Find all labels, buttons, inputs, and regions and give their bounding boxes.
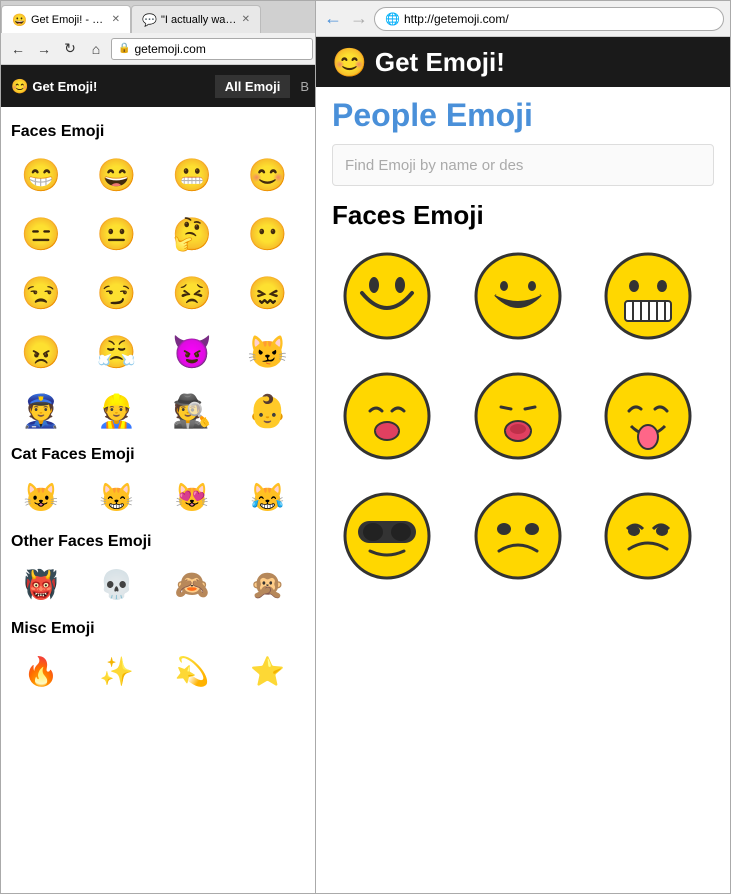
list-item[interactable]: ⭐ — [238, 644, 298, 699]
back-button[interactable]: ← — [7, 38, 29, 60]
list-item[interactable]: 👹 — [11, 557, 71, 612]
list-item[interactable] — [463, 481, 573, 591]
list-item[interactable]: 😣 — [162, 265, 222, 320]
list-item[interactable]: 😻 — [162, 470, 222, 525]
right-address-text: http://getemoji.com/ — [404, 12, 509, 26]
list-item[interactable] — [593, 241, 703, 351]
list-item[interactable]: 😼 — [238, 324, 298, 379]
right-address-bar[interactable]: 🌐 http://getemoji.com/ — [374, 7, 724, 31]
list-item[interactable] — [332, 361, 442, 471]
list-item[interactable]: 👮 — [11, 383, 71, 438]
left-logo-text: Get Emoji! — [32, 79, 97, 94]
tab-actually[interactable]: 💬 "I actually was... ✕ — [131, 5, 261, 33]
list-item[interactable]: 😑 — [11, 206, 71, 261]
list-item[interactable]: 😈 — [162, 324, 222, 379]
list-item[interactable]: 😖 — [238, 265, 298, 320]
list-item[interactable]: 😹 — [238, 470, 298, 525]
misc-section-title: Misc Emoji — [11, 620, 309, 638]
left-site-logo: 😊 Get Emoji! — [11, 78, 97, 95]
tab-label-2: "I actually was... — [161, 14, 238, 26]
list-item[interactable] — [593, 481, 703, 591]
right-brand: 😊 Get Emoji! — [332, 46, 505, 79]
list-item[interactable] — [463, 241, 573, 351]
cat-emoji-grid: 😺 😸 😻 😹 — [11, 470, 309, 525]
tab-label-1: Get Emoji! - ✂ Copy a... — [31, 13, 108, 26]
search-placeholder: Find Emoji by name or des — [345, 157, 523, 174]
misc-emoji-grid: 🔥 ✨ 💫 ⭐ — [11, 644, 309, 699]
faces-emoji-grid: 😁 😄 😬 😊 😑 😐 🤔 😶 😒 😏 😣 😖 😠 😤 😈 😼 👮 👷 🕵 👶 — [11, 147, 309, 438]
list-item[interactable]: 😤 — [87, 324, 147, 379]
list-item[interactable]: 🔥 — [11, 644, 71, 699]
list-item[interactable]: 💫 — [162, 644, 222, 699]
list-item[interactable]: 👷 — [87, 383, 147, 438]
tab-get-emoji[interactable]: 😀 Get Emoji! - ✂ Copy a... ✕ — [1, 5, 131, 33]
list-item[interactable]: 😁 — [11, 147, 71, 202]
left-content: Faces Emoji 😁 😄 😬 😊 😑 😐 🤔 😶 😒 😏 😣 😖 😠 😤 … — [1, 107, 319, 715]
tab-close-1[interactable]: ✕ — [112, 14, 120, 25]
list-item[interactable]: 😶 — [238, 206, 298, 261]
list-item[interactable] — [332, 481, 442, 591]
right-forward-button[interactable]: → — [348, 8, 370, 30]
list-item[interactable]: 👶 — [238, 383, 298, 438]
forward-button[interactable]: → — [33, 38, 55, 60]
home-button[interactable]: ⌂ — [85, 38, 107, 60]
list-item[interactable] — [463, 361, 573, 471]
right-brand-emoji: 😊 — [332, 46, 367, 79]
b-nav[interactable]: B — [300, 79, 309, 94]
list-item[interactable]: 😐 — [87, 206, 147, 261]
right-nav-bar: ← → 🌐 http://getemoji.com/ — [316, 1, 730, 37]
list-item[interactable]: 😠 — [11, 324, 71, 379]
list-item[interactable]: 🕵 — [162, 383, 222, 438]
list-item[interactable]: 😸 — [87, 470, 147, 525]
faces-emoji-title: Faces Emoji — [332, 200, 714, 231]
address-lock-icon: 🔒 — [118, 43, 130, 54]
right-emoji-grid — [332, 241, 714, 591]
list-item[interactable]: 🙊 — [238, 557, 298, 612]
faces-section-title: Faces Emoji — [11, 123, 309, 141]
list-item[interactable]: 😊 — [238, 147, 298, 202]
list-item[interactable]: 💀 — [87, 557, 147, 612]
list-item[interactable]: 😄 — [87, 147, 147, 202]
list-item[interactable]: 😬 — [162, 147, 222, 202]
list-item[interactable]: 🙈 — [162, 557, 222, 612]
right-brand-text: Get Emoji! — [375, 47, 505, 78]
list-item[interactable]: 😒 — [11, 265, 71, 320]
list-item[interactable]: 😏 — [87, 265, 147, 320]
right-site-navbar: 😊 Get Emoji! — [316, 37, 730, 87]
tab-favicon-1: 😀 — [12, 13, 27, 27]
right-back-button[interactable]: ← — [322, 8, 344, 30]
address-bar-left[interactable]: 🔒 getemoji.com — [111, 38, 313, 60]
list-item[interactable]: ✨ — [87, 644, 147, 699]
people-emoji-title: People Emoji — [332, 97, 714, 134]
emoji-search-box[interactable]: Find Emoji by name or des — [332, 144, 714, 186]
list-item[interactable] — [593, 361, 703, 471]
left-site-navbar: 😊 Get Emoji! All Emoji B — [1, 65, 319, 107]
reload-button[interactable]: ↻ — [59, 38, 81, 60]
left-tabs: 😀 Get Emoji! - ✂ Copy a... ✕ 💬 "I actual… — [1, 1, 319, 33]
cat-section-title: Cat Faces Emoji — [11, 446, 309, 464]
left-nav-bar: ← → ↻ ⌂ 🔒 getemoji.com — [1, 33, 319, 65]
other-emoji-grid: 👹 💀 🙈 🙊 — [11, 557, 309, 612]
address-text: getemoji.com — [134, 42, 205, 56]
list-item[interactable]: 🤔 — [162, 206, 222, 261]
other-faces-section-title: Other Faces Emoji — [11, 533, 309, 551]
right-favicon: 🌐 — [385, 12, 400, 26]
left-browser-window: 😀 Get Emoji! - ✂ Copy a... ✕ 💬 "I actual… — [0, 0, 320, 894]
tab-close-2[interactable]: ✕ — [242, 14, 250, 25]
all-emoji-nav[interactable]: All Emoji — [215, 75, 291, 98]
tab-favicon-2: 💬 — [142, 13, 157, 27]
right-content: People Emoji Find Emoji by name or des F… — [316, 87, 730, 601]
right-browser-window: ← → 🌐 http://getemoji.com/ 😊 Get Emoji! … — [315, 0, 731, 894]
list-item[interactable]: 😺 — [11, 470, 71, 525]
list-item[interactable] — [332, 241, 442, 351]
